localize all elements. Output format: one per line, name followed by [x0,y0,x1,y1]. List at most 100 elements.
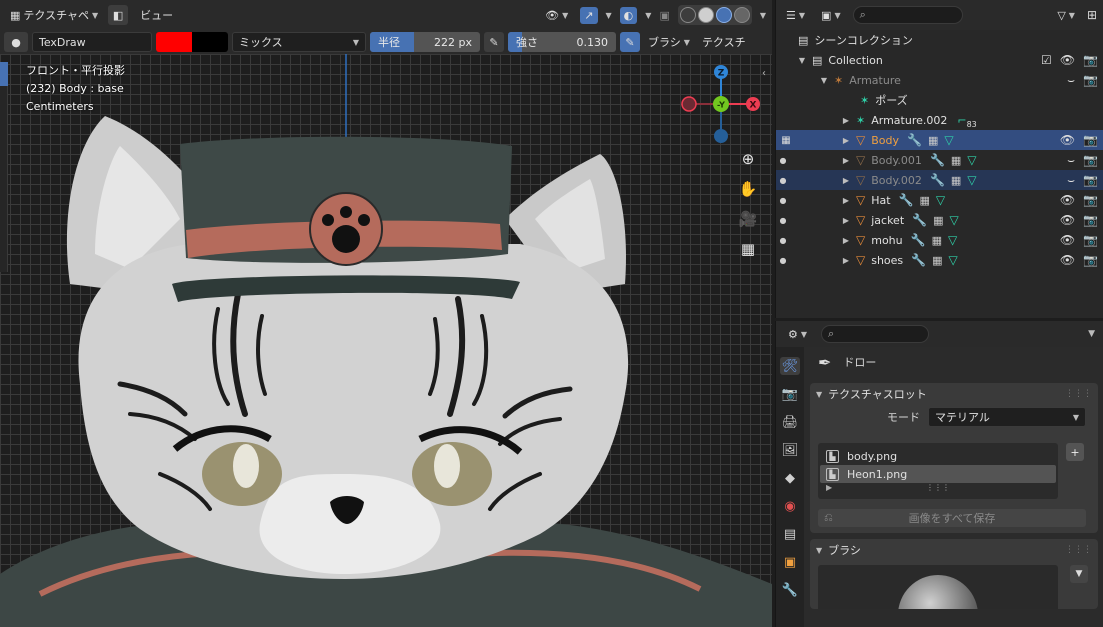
render-tab-icon[interactable]: 📷 [780,385,800,403]
chevron-down-icon[interactable]: ▼ [760,11,766,20]
mesh-data-icon[interactable]: ▽ [950,213,959,227]
grid-ortho-icon[interactable]: ▦ [738,238,758,260]
camera-render-icon[interactable]: 📷 [1083,253,1098,267]
camera-render-icon[interactable]: 📷 [1083,193,1098,207]
tree-row-jacket[interactable]: ● ▶ ▽ jacket 🔧 ▦ ▽ 👁 📷 [776,210,1103,230]
mesh-data-icon[interactable]: ▽ [936,193,945,207]
camera-render-icon[interactable]: 📷 [1083,153,1098,167]
wrench-icon[interactable]: 🔧 [930,153,945,167]
mesh-data-icon[interactable]: ▽ [944,133,953,147]
drag-handle-icon[interactable]: ⋮⋮⋮ [1065,389,1092,399]
camera-render-icon[interactable]: 📷 [1083,173,1098,187]
eye-icon[interactable]: 👁 [1060,213,1075,227]
toggle-mask-button[interactable]: ◧ [108,5,129,25]
view-menu[interactable]: ビュー [134,7,179,23]
outliner-display-mode[interactable]: ☰ ▼ [782,7,809,24]
filter-button[interactable]: ▽ ▼ [1053,7,1079,24]
scene-collection-row[interactable]: ▤ シーンコレクション [776,30,1103,50]
tree-row-body[interactable]: ▦ ▶ ▽ Body 🔧 ▦ ▽ 👁 📷 [776,130,1103,150]
toolbar-edge[interactable] [0,62,8,272]
texture-slots-header[interactable]: ▼ テクスチャスロット ⋮⋮⋮ [810,383,1098,405]
camera-render-icon[interactable]: 📷 [1083,133,1098,147]
viewport-canvas[interactable] [0,54,772,627]
expand-arrow-icon[interactable]: ▼ [818,76,830,85]
brush-menu[interactable]: ブラシ ▼ [644,32,694,52]
tree-row-shoes[interactable]: ● ▶ ▽ shoes 🔧 ▦ ▽ 👁 📷 [776,250,1103,270]
brush-panel-header[interactable]: ▼ ブラシ ⋮⋮⋮ [810,539,1098,561]
mesh-data-icon[interactable]: ▽ [967,173,976,187]
eye-icon[interactable]: 👁 [1060,133,1075,147]
brush-options-button[interactable]: ▼ [1070,565,1088,583]
expand-arrow-icon[interactable]: ▶ [840,216,852,225]
tree-row-pose[interactable]: ✶ ポーズ [776,90,1103,110]
wrench-icon[interactable]: 🔧 [907,133,922,147]
chevron-down-icon[interactable]: ▼ [1088,329,1095,339]
rendered-shading-icon[interactable] [733,7,750,23]
camera-render-icon[interactable]: 📷 [1083,213,1098,227]
resize-grip-icon[interactable]: ⋮⋮⋮ [926,483,950,492]
tree-row-armature-002[interactable]: ▶ ✶ Armature.002 ⌐ 83 [776,110,1103,130]
mode-dropdown[interactable]: マテリアル ▼ [928,407,1086,427]
expand-arrow-icon[interactable]: ▶ [840,176,852,185]
object-tab-icon[interactable]: ▣ [780,553,800,571]
vertex-groups-icon[interactable]: ▦ [928,134,938,147]
camera-render-icon[interactable]: 📷 [1083,73,1098,87]
brush-name-field[interactable]: TexDraw [32,32,152,52]
texture-menu[interactable]: テクスチ [698,32,750,52]
camera-render-icon[interactable]: 📷 [1083,53,1098,67]
vertex-groups-icon[interactable]: ▦ [932,234,942,247]
vertex-groups-icon[interactable]: ▦ [951,174,961,187]
new-collection-button[interactable]: ⊞ [1087,8,1097,22]
radius-slider[interactable]: 半径 222 px [370,32,480,52]
tool-tab-icon[interactable]: 🛠 [780,357,800,375]
material-shading-icon[interactable] [715,7,732,23]
eye-icon[interactable]: 👁 [1060,193,1075,207]
eye-icon[interactable]: 👁 [1060,253,1075,267]
tree-row-collection[interactable]: ▼ ▤ Collection ☑ 👁 📷 [776,50,1103,70]
wrench-icon[interactable]: 🔧 [911,233,926,247]
texture-slot-list[interactable]: ▙ body.png ▙ Heon1.png ▶ ⋮⋮⋮ [818,443,1058,499]
pan-hand-icon[interactable]: ✋ [738,178,758,200]
world-tab-icon[interactable]: ◉ [780,497,800,515]
eye-hidden-icon[interactable]: ⌣ [1067,153,1075,168]
tree-row-body-002[interactable]: ● ▶ ▽ Body.002 🔧 ▦ ▽ ⌣ 📷 [776,170,1103,190]
camera-icon[interactable]: 🎥 [738,208,758,230]
list-item[interactable]: ▙ Heon1.png [820,465,1056,483]
eye-hidden-icon[interactable]: ⌣ [1067,73,1075,88]
3d-viewport[interactable]: ▦ テクスチャペ ▼ ◧ ビュー 👁 ▼ ↗ ▼ ◐ ▼ ▣ ▼ ● TexDra… [0,0,772,627]
expand-arrow-icon[interactable]: ▶ [840,136,852,145]
tree-row-armature[interactable]: ▼ ✶ Armature ⌣ 📷 [776,70,1103,90]
properties-search-input[interactable]: ⌕ [821,325,930,343]
xray-toggle[interactable]: ▣ [659,9,669,22]
list-item[interactable]: ▙ body.png [820,447,1056,465]
gizmo-toggle[interactable]: ↗ [580,6,598,24]
visibility-dropdown[interactable]: 👁 ▼ [541,7,572,24]
radius-pressure-button[interactable]: ✎ [484,32,504,52]
wrench-icon[interactable]: 🔧 [911,253,926,267]
wrench-icon[interactable]: 🔧 [899,193,914,207]
eye-icon[interactable]: 👁 [1060,233,1075,247]
wireframe-shading-icon[interactable] [679,7,696,23]
scene-tab-icon[interactable]: ◆ [780,469,800,487]
vertex-groups-icon[interactable]: ▦ [951,154,961,167]
expand-arrow-icon[interactable]: ▶ [840,196,852,205]
mesh-data-icon[interactable]: ▽ [948,233,957,247]
mesh-data-icon[interactable]: ▽ [967,153,976,167]
solid-shading-icon[interactable] [697,7,714,23]
modifier-tab-icon[interactable]: 🔧 [780,581,800,599]
mode-selector[interactable]: ▦ テクスチャペ ▼ [6,5,102,25]
tree-row-mohu[interactable]: ● ▶ ▽ mohu 🔧 ▦ ▽ 👁 📷 [776,230,1103,250]
wrench-icon[interactable]: 🔧 [930,173,945,187]
checkbox-icon[interactable]: ☑ [1041,53,1052,67]
overlay-toggle[interactable]: ◐ [619,6,638,24]
mesh-data-icon[interactable]: ▽ [949,253,958,267]
strength-pressure-button[interactable]: ✎ [620,32,640,52]
expand-arrow-icon[interactable]: ▶ [840,116,852,125]
expand-arrow-icon[interactable]: ▶ [840,156,852,165]
tree-row-hat[interactable]: ● ▶ ▽ Hat 🔧 ▦ ▽ 👁 📷 [776,190,1103,210]
vertex-groups-icon[interactable]: ▦ [933,214,943,227]
color-swatch[interactable] [156,32,228,52]
expand-arrow-icon[interactable]: ▼ [796,56,808,65]
save-all-images-button[interactable]: ⎌ 画像をすべて保存 [818,509,1086,527]
properties-editor-type[interactable]: ⚙ ▼ [784,326,811,343]
